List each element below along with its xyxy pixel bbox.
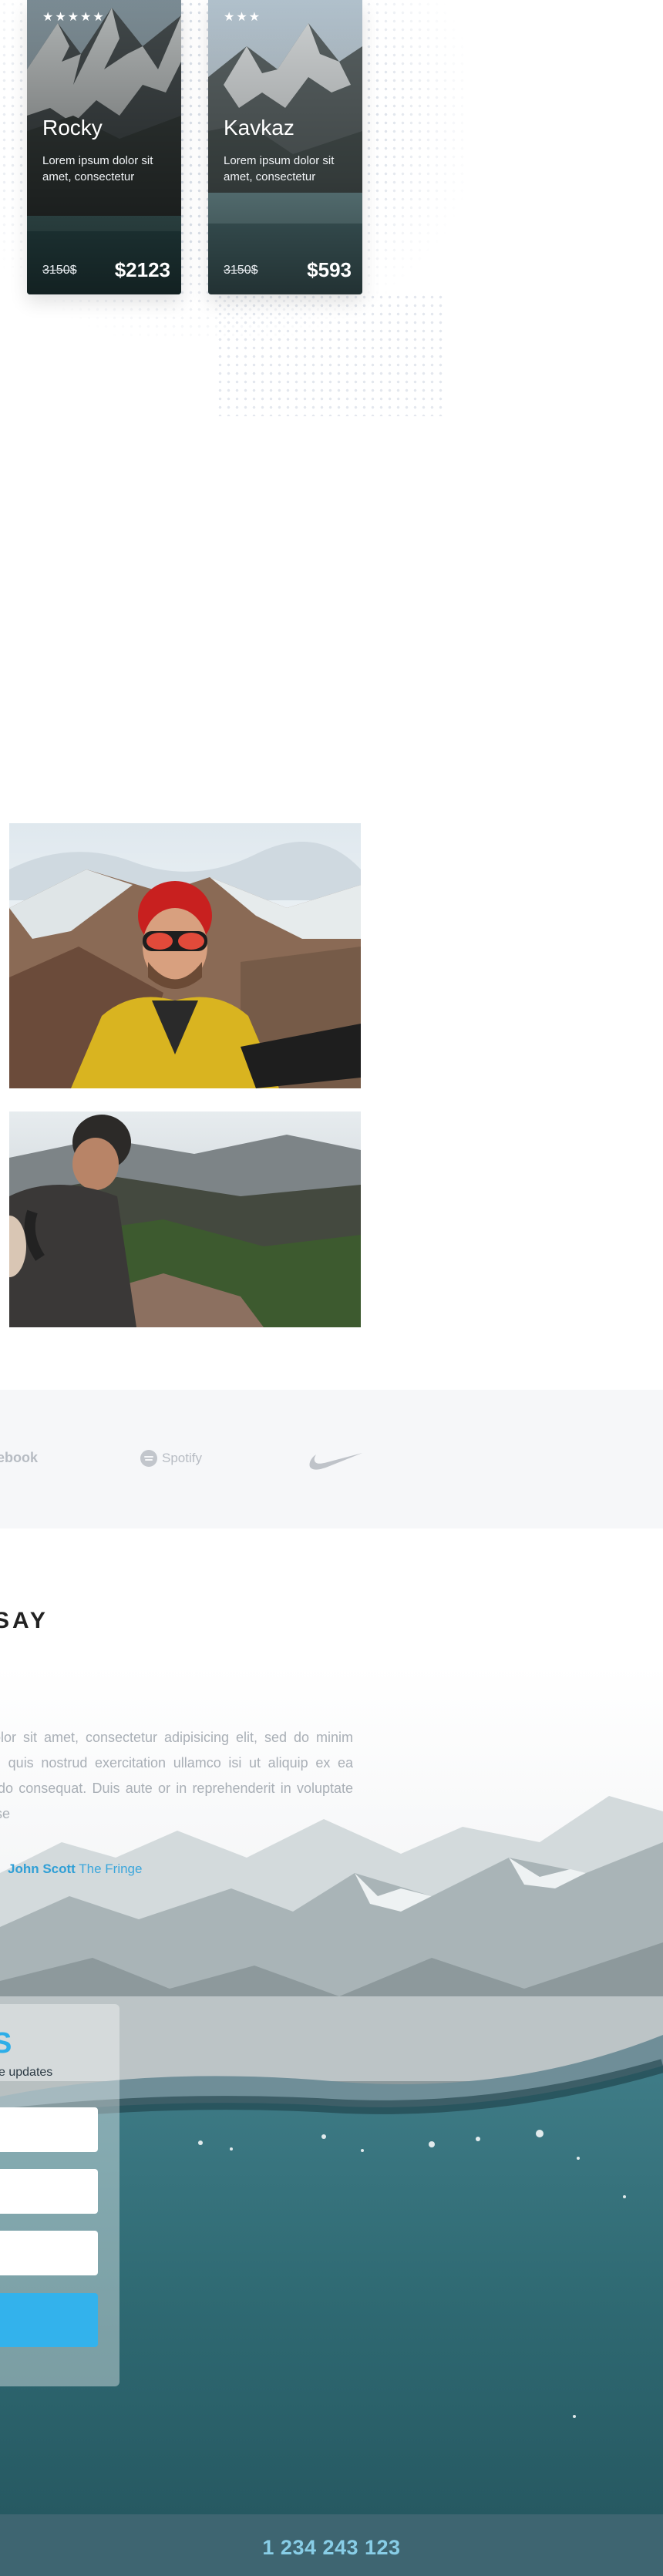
tour-card-image — [27, 0, 181, 294]
subscribe-field-3[interactable] — [0, 2231, 98, 2275]
tour-card-kavkaz[interactable]: ★★★ Kavkaz Lorem ipsum dolor sit amet, c… — [208, 0, 362, 294]
subscribe-subtitle: e updates — [0, 2066, 53, 2079]
partner-logo-facebook[interactable]: ebook — [0, 1450, 38, 1466]
price: $2123 — [114, 258, 170, 281]
tour-card-image — [208, 0, 362, 294]
partner-spotify-label: Spotify — [162, 1451, 202, 1465]
old-price: 3150$ — [224, 264, 258, 277]
world-map-dots-lower — [216, 293, 447, 416]
footer-phone[interactable]: 1 234 243 123 — [0, 2536, 663, 2560]
partner-logo-spotify[interactable]: Spotify — [140, 1450, 202, 1467]
photo-hiker-valley — [9, 1111, 361, 1327]
old-price: 3150$ — [42, 264, 77, 277]
photo-hiker-selfie — [9, 823, 361, 1088]
subscribe-field-2[interactable] — [0, 2169, 98, 2214]
rating-stars: ★★★ — [224, 11, 262, 24]
nike-swoosh-icon[interactable] — [308, 1450, 364, 1471]
page: ★★★★★ Rocky Lorem ipsum dolor sit amet, … — [0, 0, 663, 2576]
tour-card-rocky[interactable]: ★★★★★ Rocky Lorem ipsum dolor sit amet, … — [27, 0, 181, 294]
testimonial-author: John Scott The Fringe — [8, 1861, 142, 1877]
tour-description: Lorem ipsum dolor sit amet, consectetur — [42, 154, 153, 183]
hiker-selfie-image — [9, 823, 361, 1088]
partners-section: ebook Spotify — [0, 1390, 663, 1528]
tour-description: Lorem ipsum dolor sit amet, consectetur — [224, 154, 335, 183]
subscribe-field-1[interactable] — [0, 2107, 98, 2152]
hiker-valley-image — [9, 1111, 361, 1327]
testimonials-title: SAY — [0, 1608, 49, 1633]
tour-name: Kavkaz — [224, 116, 294, 140]
testimonial-text: sum dolor sit amet, consectetur adipisic… — [0, 1730, 353, 1821]
subscribe-submit-button[interactable] — [0, 2293, 98, 2347]
price: $593 — [307, 258, 352, 281]
author-name: John Scott — [8, 1861, 76, 1876]
tour-name: Rocky — [42, 116, 103, 140]
spotify-icon — [140, 1450, 157, 1467]
rating-stars: ★★★★★ — [42, 11, 106, 24]
subscribe-title: S — [0, 2027, 12, 2060]
subscribe-form: S e updates — [0, 2004, 119, 2386]
author-company: The Fringe — [79, 1861, 143, 1876]
